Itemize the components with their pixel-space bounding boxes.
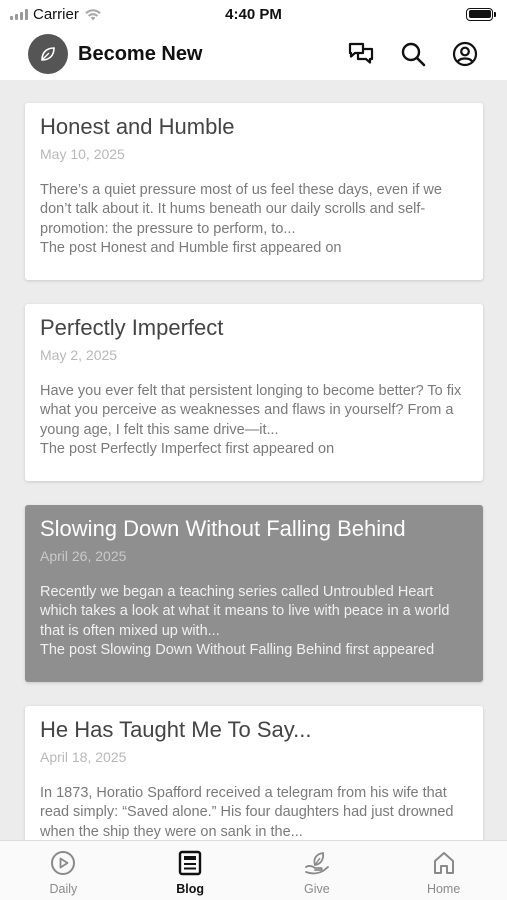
post-excerpt: Have you ever felt that persistent longi… (40, 382, 468, 459)
post-date: April 26, 2025 (40, 548, 127, 564)
status-left: Carrier (10, 6, 102, 23)
chat-icon[interactable] (347, 40, 375, 68)
post-card-selected[interactable]: Slowing Down Without Falling Behind Apri… (25, 505, 483, 682)
tab-give[interactable]: Give (254, 841, 381, 900)
tab-label: Blog (176, 882, 205, 896)
post-feed[interactable]: Honest and Humble May 10, 2025 There’s a… (0, 80, 507, 840)
home-icon (430, 849, 458, 877)
post-title: Perfectly Imperfect (40, 315, 224, 340)
app-title: Become New (78, 42, 203, 65)
newspaper-icon (176, 849, 204, 877)
carrier-label: Carrier (33, 5, 79, 23)
post-footer: The post Perfectly Imperfect first appea… (40, 440, 335, 457)
wifi-icon (85, 8, 101, 20)
tab-label: Home (426, 882, 461, 896)
app-header: Become New (0, 28, 507, 80)
post-title: Slowing Down Without Falling Behind (40, 516, 406, 541)
post-excerpt-text: In 1873, Horatio Spafford received a tel… (40, 785, 454, 840)
post-date: May 10, 2025 (40, 146, 125, 162)
post-date: May 2, 2025 (40, 347, 118, 363)
status-bar: Carrier 4:40 PM (0, 0, 507, 28)
header-actions (347, 40, 479, 68)
signal-icon (10, 8, 28, 20)
post-date: April 18, 2025 (40, 749, 127, 765)
post-excerpt-text: Have you ever felt that persistent longi… (40, 383, 462, 438)
tab-label: Give (304, 882, 330, 896)
tab-daily[interactable]: Daily (0, 841, 127, 900)
post-footer: The post Honest and Humble first appeare… (40, 239, 342, 256)
post-footer: The post Slowing Down Without Falling Be… (40, 641, 435, 658)
post-excerpt-text: There’s a quiet pressure most of us feel… (40, 182, 442, 237)
play-circle-icon (49, 849, 77, 877)
leaf-logo-icon (28, 34, 68, 74)
post-excerpt: There’s a quiet pressure most of us feel… (40, 181, 468, 258)
tab-bar: Daily Blog Give Home (0, 840, 507, 900)
post-excerpt: In 1873, Horatio Spafford received a tel… (40, 784, 468, 840)
post-card[interactable]: Honest and Humble May 10, 2025 There’s a… (25, 103, 483, 280)
tab-home[interactable]: Home (380, 841, 507, 900)
account-icon[interactable] (451, 40, 479, 68)
post-title: Honest and Humble (40, 114, 235, 139)
hand-leaf-icon (303, 849, 331, 877)
post-card[interactable]: Perfectly Imperfect May 2, 2025 Have you… (25, 304, 483, 481)
tab-blog[interactable]: Blog (127, 841, 254, 900)
post-excerpt: Recently we began a teaching series call… (40, 583, 468, 660)
tab-label: Daily (49, 882, 78, 896)
search-icon[interactable] (399, 40, 427, 68)
post-excerpt-text: Recently we began a teaching series call… (40, 584, 450, 639)
battery-icon (466, 7, 496, 21)
post-title: He Has Taught Me To Say... (40, 717, 312, 742)
post-card[interactable]: He Has Taught Me To Say... April 18, 202… (25, 706, 483, 840)
